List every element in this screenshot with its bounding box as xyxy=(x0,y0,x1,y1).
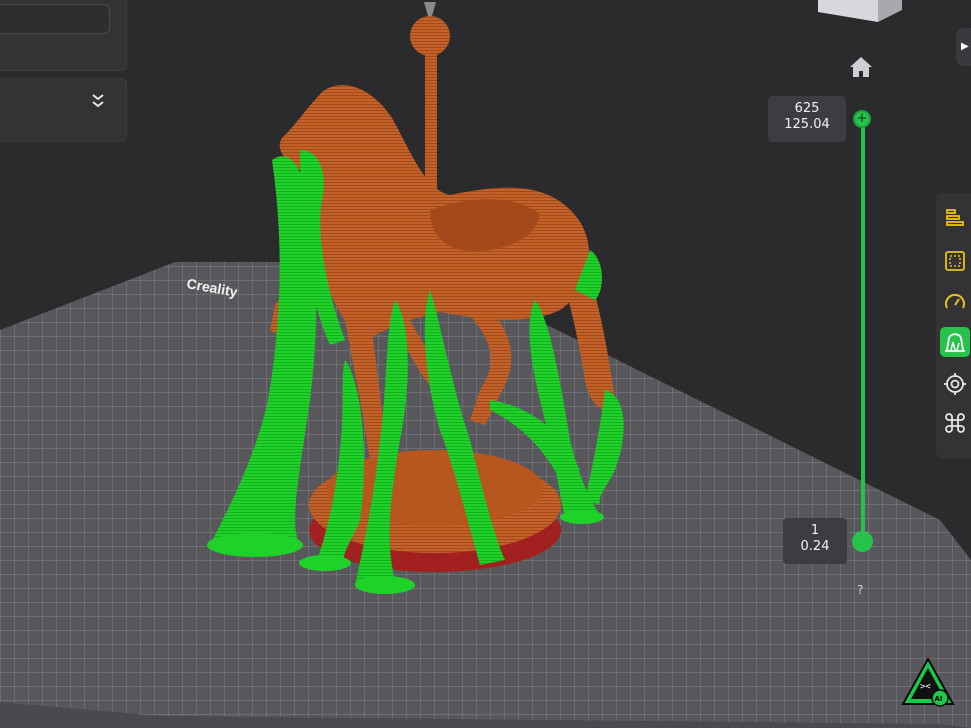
object-search-panel xyxy=(0,0,127,71)
tool-command[interactable] xyxy=(940,408,970,438)
top-layer-height: 125.04 xyxy=(784,117,830,132)
sidebar-collapse-button[interactable]: ▶ xyxy=(956,28,971,66)
tool-target[interactable] xyxy=(940,369,970,399)
layer-slider-track[interactable] xyxy=(861,119,865,542)
top-layer-label: 625 125.04 xyxy=(768,96,846,142)
command-icon xyxy=(945,413,965,433)
collapsed-settings-panel xyxy=(0,78,127,142)
home-icon[interactable] xyxy=(848,54,874,80)
view-cube[interactable] xyxy=(818,0,902,22)
bottom-layer-number: 1 xyxy=(810,523,820,538)
top-layer-number: 625 xyxy=(794,101,820,116)
tool-support-paint[interactable] xyxy=(940,327,970,357)
svg-text:><: >< xyxy=(920,682,931,692)
support-paint-icon xyxy=(945,333,965,352)
ai-badge-label: AI xyxy=(935,695,943,703)
bottom-layer-label: 1 0.24 xyxy=(783,518,847,564)
tool-dotted-square[interactable] xyxy=(940,246,970,276)
search-input[interactable] xyxy=(0,4,110,34)
tool-layers-align[interactable] xyxy=(940,203,970,233)
bottom-layer-height: 0.24 xyxy=(800,539,830,554)
dotted-square-icon xyxy=(945,251,965,271)
help-button[interactable]: ? xyxy=(857,583,863,597)
double-chevron-down-icon[interactable] xyxy=(90,91,106,111)
layer-slider-bottom-handle[interactable] xyxy=(852,531,873,552)
right-toolbar xyxy=(936,193,971,459)
target-icon xyxy=(944,373,966,395)
ai-assistant-icon[interactable]: >< AI xyxy=(901,656,955,710)
speedometer-icon xyxy=(945,293,965,309)
tool-speedometer[interactable] xyxy=(940,287,970,317)
layers-align-icon xyxy=(946,209,964,226)
chevron-right-icon: ▶ xyxy=(961,41,969,52)
layer-slider-top-handle[interactable]: + xyxy=(853,110,871,128)
